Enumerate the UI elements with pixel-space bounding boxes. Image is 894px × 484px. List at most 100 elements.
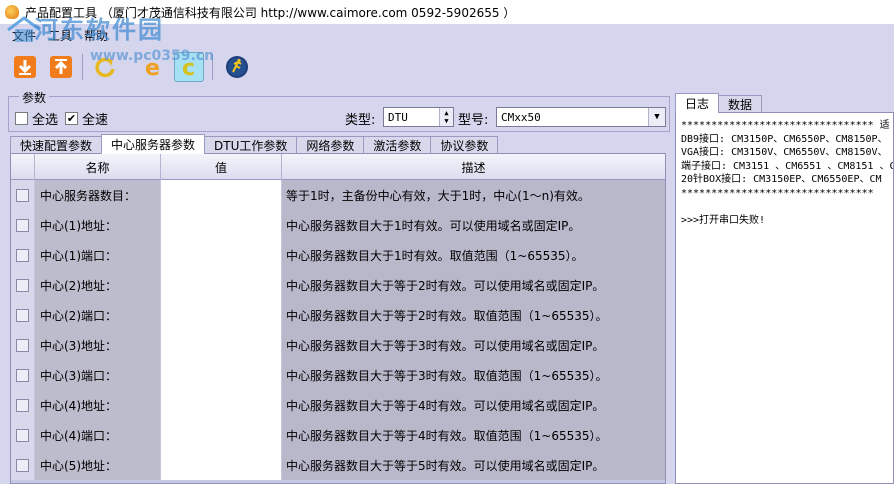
table-row[interactable]: 中心服务器数目： 等于1时，主备份中心有效，大于1时，中心(1～n)有效。 (11, 180, 665, 210)
col-desc-header[interactable]: 描述 (282, 154, 665, 180)
row-checkbox-cell (11, 300, 35, 330)
table-row[interactable]: 中心(2)地址： 中心服务器数目大于等于2时有效。可以使用域名或固定IP。 (11, 270, 665, 300)
param-value-cell[interactable] (161, 450, 282, 480)
table-row[interactable]: 中心(4)地址： 中心服务器数目大于等于4时有效。可以使用域名或固定IP。 (11, 390, 665, 420)
table-row[interactable]: 中心(2)端口： 中心服务器数目大于等于2时有效。取值范围（1~65535）。 (11, 300, 665, 330)
grid-header: 名称 值 描述 (11, 154, 665, 180)
table-row[interactable]: 中心(1)地址： 中心服务器数目大于1时有效。可以使用域名或固定IP。 (11, 210, 665, 240)
param-desc-cell: 中心服务器数目大于等于2时有效。取值范围（1~65535）。 (282, 300, 665, 330)
download-button[interactable] (10, 52, 40, 82)
param-name-cell: 中心(1)端口： (35, 240, 161, 270)
param-value-cell[interactable] (161, 300, 282, 330)
e-button[interactable]: e (138, 52, 168, 82)
type-spin-field[interactable]: DTU ▲ ▼ (383, 107, 454, 127)
menu-tools[interactable]: 工具 (42, 27, 78, 44)
row-checkbox[interactable] (16, 218, 29, 232)
run-button[interactable] (222, 52, 252, 82)
row-checkbox[interactable] (16, 278, 29, 292)
full-speed-label: 全速 (82, 113, 109, 128)
param-name-cell: 中心(4)端口： (35, 420, 161, 450)
param-value-cell[interactable] (161, 210, 282, 240)
tab-quick-config[interactable]: 快速配置参数 (10, 136, 103, 154)
chevron-down-icon[interactable]: ▼ (648, 108, 665, 126)
param-desc-cell: 中心服务器数目大于等于5时有效。可以使用域名或固定IP。 (282, 450, 665, 480)
log-panel: ******************************** 适 DB9接口:… (675, 112, 894, 484)
table-row[interactable]: 中心(3)地址： 中心服务器数目大于等于3时有效。可以使用域名或固定IP。 (11, 330, 665, 360)
select-all-checkbox[interactable]: 全选 (15, 109, 58, 128)
type-value: DTU (388, 110, 408, 124)
log-tabs: 日志 数据 (675, 93, 763, 113)
log-text: ******************************** 适 DB9接口:… (676, 113, 893, 227)
param-value-cell[interactable] (161, 240, 282, 270)
table-row[interactable]: 中心(1)端口： 中心服务器数目大于1时有效。取值范围（1~65535）。 (11, 240, 665, 270)
type-label: 类型: (345, 113, 376, 128)
params-legend: 参数 (19, 89, 50, 106)
param-value-cell[interactable] (161, 330, 282, 360)
row-checkbox-cell (11, 450, 35, 480)
refresh-button[interactable] (90, 52, 120, 82)
svg-text:e: e (145, 56, 160, 80)
param-name-cell: 中心服务器数目： (35, 180, 161, 210)
model-dropdown[interactable]: CMxx50 ▼ (496, 107, 666, 127)
model-label: 型号: (458, 113, 489, 128)
param-name-cell: 中心(3)地址： (35, 330, 161, 360)
row-checkbox[interactable] (16, 458, 29, 472)
tab-protocol[interactable]: 协议参数 (430, 136, 499, 154)
table-row[interactable]: 中心(4)端口： 中心服务器数目大于等于4时有效。取值范围（1~65535）。 (11, 420, 665, 450)
row-checkbox-cell (11, 210, 35, 240)
param-desc-cell: 中心服务器数目大于1时有效。可以使用域名或固定IP。 (282, 210, 665, 240)
model-value: CMxx50 (501, 110, 541, 124)
c-button[interactable]: c (174, 52, 204, 82)
row-checkbox[interactable] (16, 308, 29, 322)
log-line: 20针BOX接口: CM3150EP、CM6550EP、CM (681, 174, 882, 185)
grid-body: 中心服务器数目： 等于1时，主备份中心有效，大于1时，中心(1～n)有效。 中心(1… (11, 180, 665, 480)
log-line: >>>打开串口失败! (681, 214, 766, 226)
row-checkbox[interactable] (16, 188, 29, 202)
row-checkbox[interactable] (16, 338, 29, 352)
table-row[interactable]: 中心(3)端口： 中心服务器数目大于等于3时有效。取值范围（1~65535）。 (11, 360, 665, 390)
select-all-label: 全选 (32, 113, 59, 128)
log-line: VGA接口: CM3150V、CM6550V、CM8150V、 (681, 147, 888, 158)
select-all-box[interactable] (15, 112, 28, 125)
param-value-cell[interactable] (161, 420, 282, 450)
param-desc-cell: 中心服务器数目大于等于4时有效。可以使用域名或固定IP。 (282, 390, 665, 420)
param-name-cell: 中心(5)地址： (35, 450, 161, 480)
full-speed-checkbox[interactable]: ✔ 全速 (65, 109, 108, 128)
spin-arrows-icon[interactable]: ▲ ▼ (439, 108, 453, 126)
upload-button[interactable] (46, 52, 76, 82)
table-row[interactable]: 中心(5)地址： 中心服务器数目大于等于5时有效。可以使用域名或固定IP。 (11, 450, 665, 480)
menu-help[interactable]: 帮助 (78, 27, 114, 44)
row-checkbox[interactable] (16, 368, 29, 382)
log-line: 端子接口: CM3151 、CM6551 、CM8151 、CM (681, 160, 894, 172)
param-name-cell: 中心(3)端口： (35, 360, 161, 390)
params-group: 参数 全选 ✔ 全速 类型: DTU ▲ ▼ 型号: CMxx50 ▼ (8, 89, 670, 132)
param-value-cell[interactable] (161, 390, 282, 420)
full-speed-box[interactable]: ✔ (65, 112, 78, 125)
row-checkbox-cell (11, 330, 35, 360)
row-checkbox[interactable] (16, 398, 29, 412)
tab-network[interactable]: 网络参数 (296, 136, 365, 154)
param-value-cell[interactable] (161, 270, 282, 300)
download-icon (14, 56, 36, 78)
e-icon: e (145, 56, 160, 80)
row-checkbox[interactable] (16, 248, 29, 262)
tab-dtu-work[interactable]: DTU工作参数 (204, 136, 298, 154)
title-bar: 产品配置工具 （厦门才茂通信科技有限公司 http://www.caimore.… (0, 0, 894, 24)
tab-center-server[interactable]: 中心服务器参数 (101, 134, 206, 154)
col-name-header[interactable]: 名称 (35, 154, 161, 180)
param-value-cell[interactable] (161, 360, 282, 390)
row-checkbox[interactable] (16, 428, 29, 442)
col-value-header[interactable]: 值 (161, 154, 282, 180)
row-checkbox-cell (11, 360, 35, 390)
tab-activation[interactable]: 激活参数 (363, 136, 432, 154)
param-name-cell: 中心(1)地址： (35, 210, 161, 240)
row-checkbox-cell (11, 420, 35, 450)
tab-data[interactable]: 数据 (718, 95, 763, 113)
param-grid: 名称 值 描述 中心服务器数目： 等于1时，主备份中心有效，大于1时，中心(1～n… (10, 153, 666, 484)
param-value-cell[interactable] (161, 180, 282, 210)
tab-log[interactable]: 日志 (675, 93, 720, 113)
window-title: 产品配置工具 （厦门才茂通信科技有限公司 http://www.caimore.… (25, 5, 516, 20)
row-checkbox-cell (11, 390, 35, 420)
param-desc-cell: 等于1时，主备份中心有效，大于1时，中心(1～n)有效。 (282, 180, 665, 210)
